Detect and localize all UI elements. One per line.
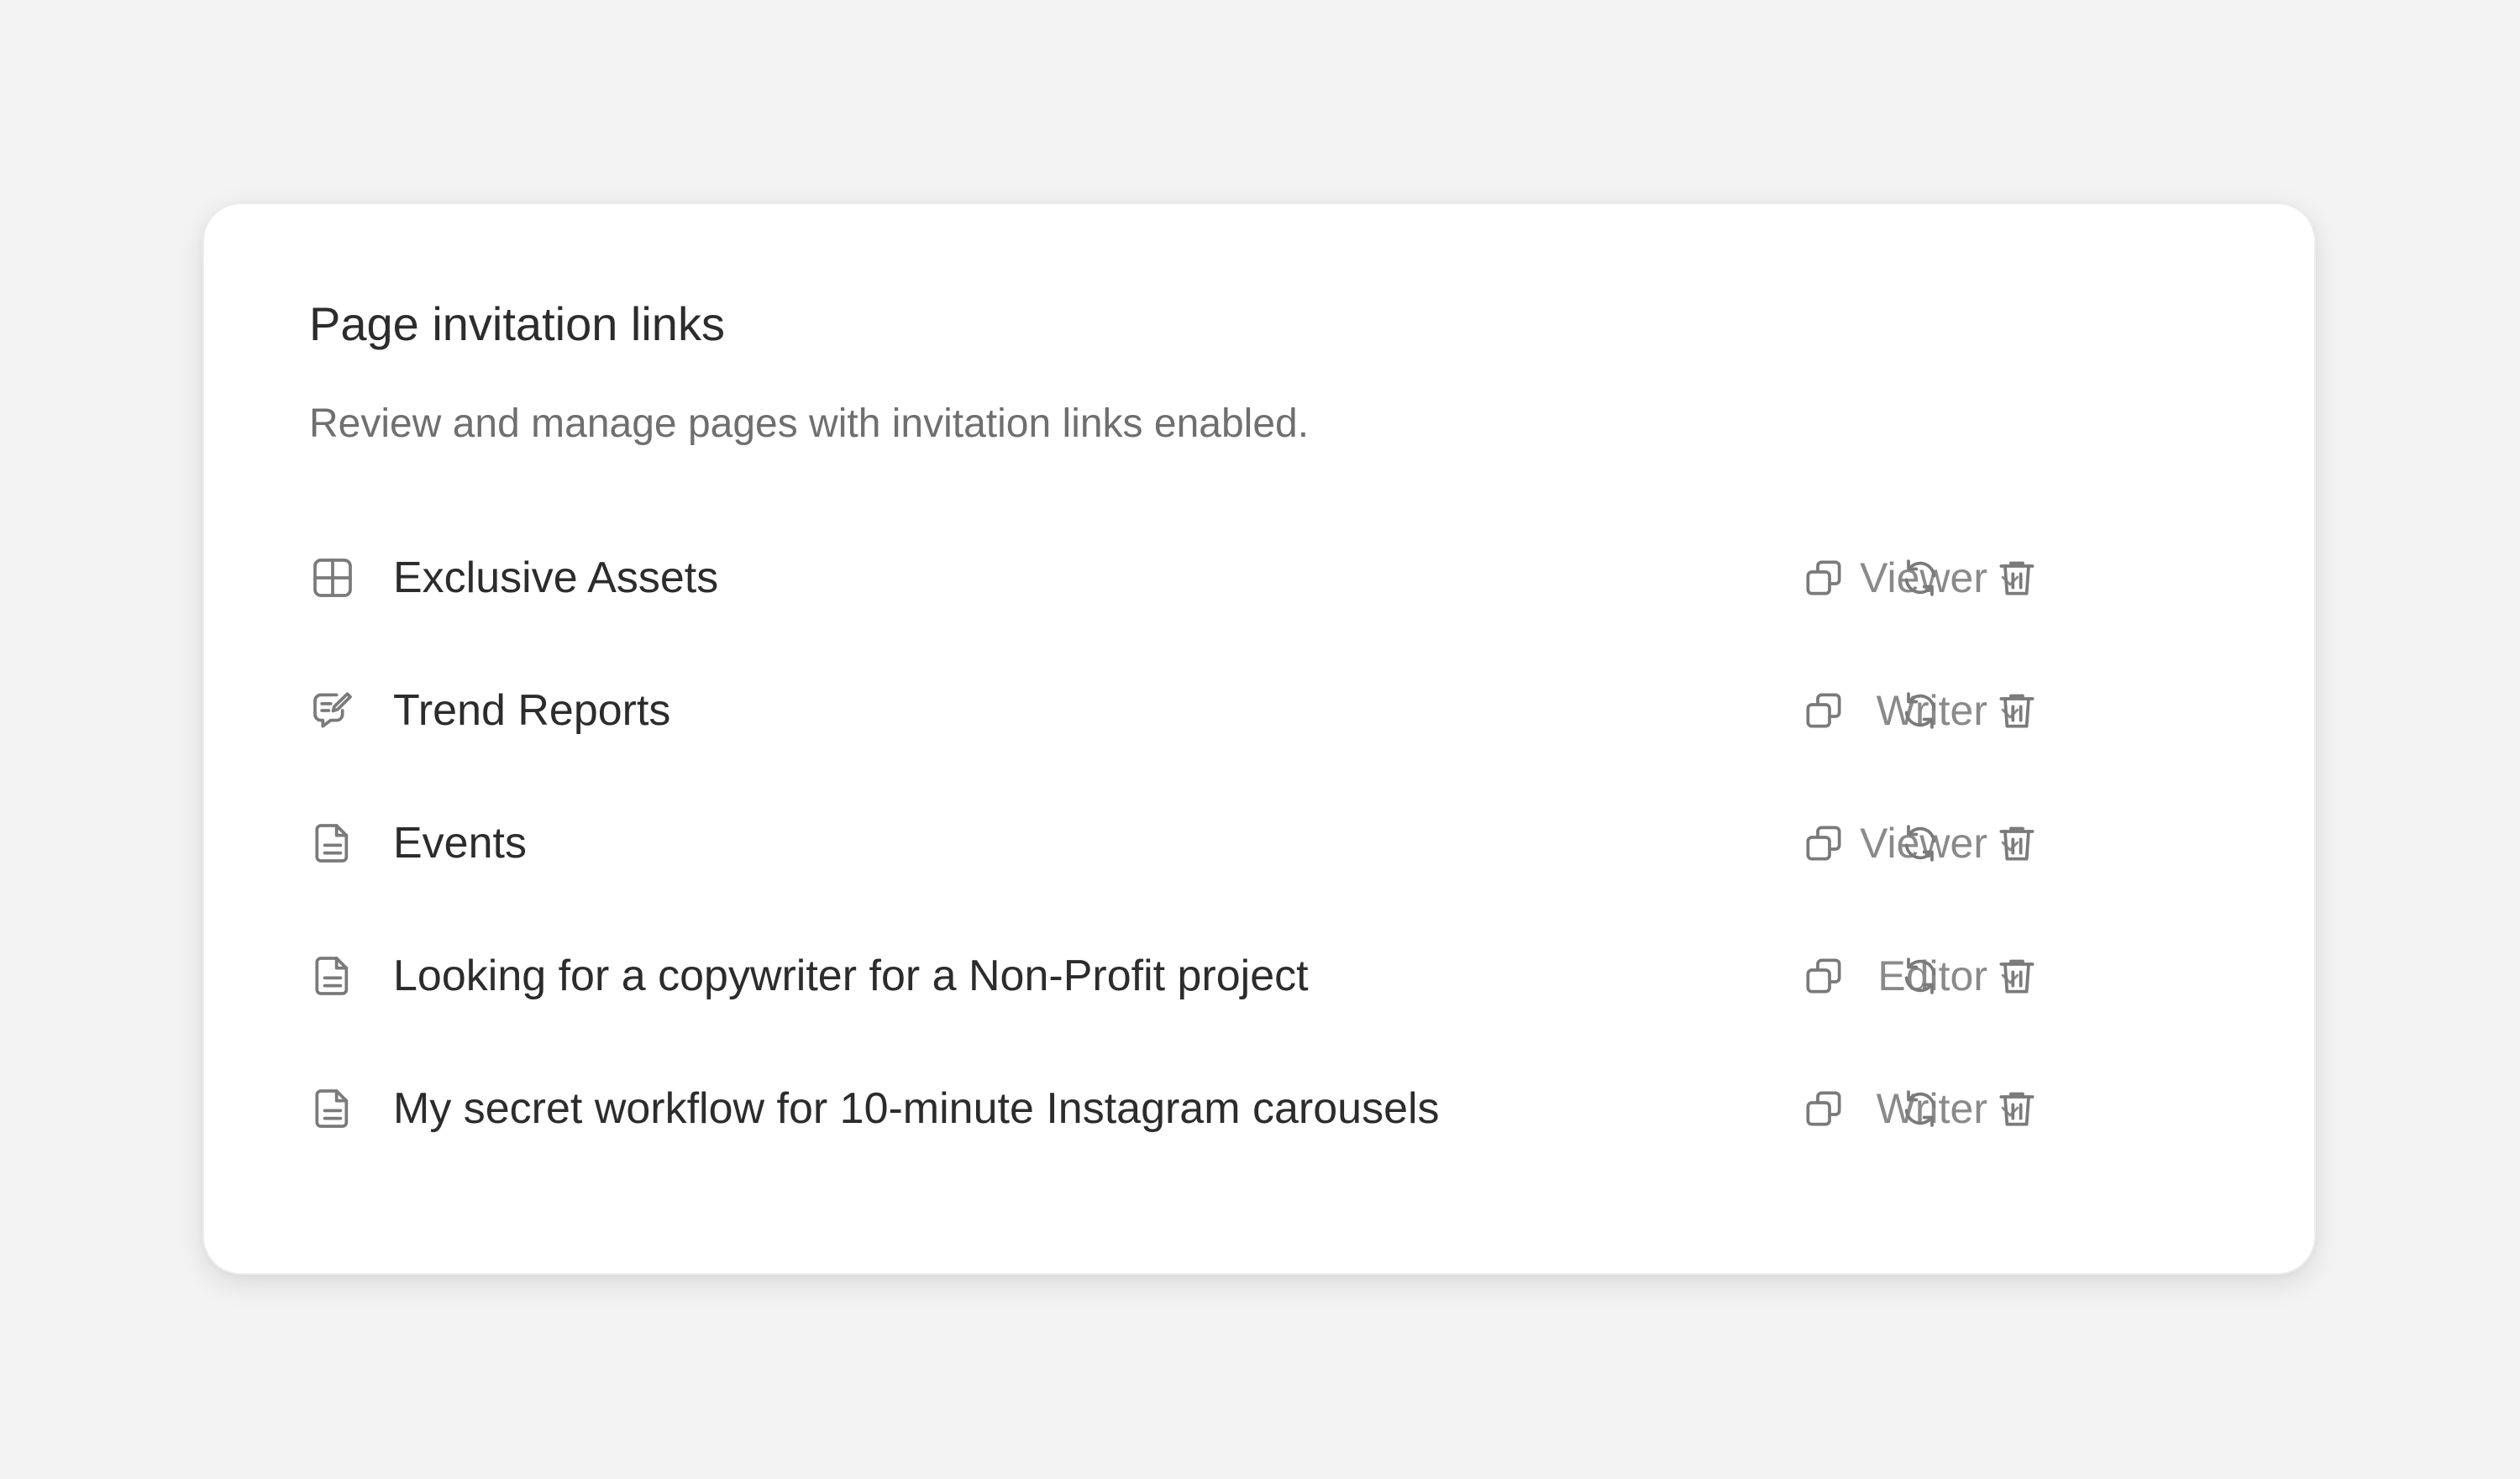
delete-link-button[interactable] (1993, 554, 2040, 601)
page-title-link[interactable]: Trend Reports (393, 682, 670, 739)
refresh-icon (1904, 559, 1936, 596)
regenerate-link-button[interactable] (1897, 687, 1944, 734)
invitation-list: Exclusive Assets Viewer Trend Reports Wr… (204, 204, 2314, 1273)
page-title-link[interactable]: Exclusive Assets (393, 549, 718, 606)
row-actions (1806, 1085, 2199, 1132)
trash-icon (1999, 959, 2034, 994)
document-icon (309, 952, 356, 999)
copy-link-button[interactable] (1800, 1085, 1847, 1132)
delete-link-button[interactable] (1993, 1085, 2040, 1132)
list-item: Looking for a copywriter for a Non-Profi… (309, 934, 2199, 1018)
row-actions (1806, 554, 2199, 601)
delete-link-button[interactable] (1993, 820, 2040, 867)
copy-icon (1806, 693, 1841, 728)
refresh-icon (1904, 825, 1936, 862)
copy-link-button[interactable] (1800, 687, 1847, 734)
trash-icon (1999, 826, 2034, 861)
regenerate-link-button[interactable] (1897, 1085, 1944, 1132)
delete-link-button[interactable] (1993, 952, 2040, 999)
grid-icon (309, 554, 356, 601)
row-actions (1806, 952, 2199, 999)
copy-icon (1806, 826, 1841, 861)
list-item: Trend Reports Writer (309, 669, 2199, 753)
page-title-link[interactable]: Events (393, 815, 527, 872)
refresh-icon (1904, 1090, 1936, 1127)
list-item: Events Viewer (309, 801, 2199, 885)
trash-icon (1999, 694, 2034, 728)
document-icon (309, 820, 356, 867)
row-actions (1806, 687, 2199, 734)
chat-edit-icon (309, 687, 356, 734)
regenerate-link-button[interactable] (1897, 952, 1944, 999)
document-icon (309, 1085, 356, 1132)
list-item: Exclusive Assets Viewer (309, 536, 2199, 620)
copy-link-button[interactable] (1800, 952, 1847, 999)
copy-icon (1806, 560, 1841, 595)
copy-icon (1806, 958, 1841, 994)
refresh-icon (1904, 957, 1936, 994)
trash-icon (1999, 1092, 2034, 1126)
list-item: My secret workflow for 10-minute Instagr… (309, 1067, 2199, 1151)
page-title-link[interactable]: My secret workflow for 10-minute Instagr… (393, 1080, 1440, 1137)
trash-icon (1999, 561, 2034, 595)
invitation-links-panel: Page invitation links Review and manage … (202, 202, 2316, 1275)
row-actions (1806, 820, 2199, 867)
copy-link-button[interactable] (1800, 554, 1847, 601)
regenerate-link-button[interactable] (1897, 820, 1944, 867)
copy-link-button[interactable] (1800, 820, 1847, 867)
refresh-icon (1904, 692, 1936, 729)
page-title-link[interactable]: Looking for a copywriter for a Non-Profi… (393, 947, 1309, 1004)
regenerate-link-button[interactable] (1897, 554, 1944, 601)
copy-icon (1806, 1091, 1841, 1126)
delete-link-button[interactable] (1993, 687, 2040, 734)
